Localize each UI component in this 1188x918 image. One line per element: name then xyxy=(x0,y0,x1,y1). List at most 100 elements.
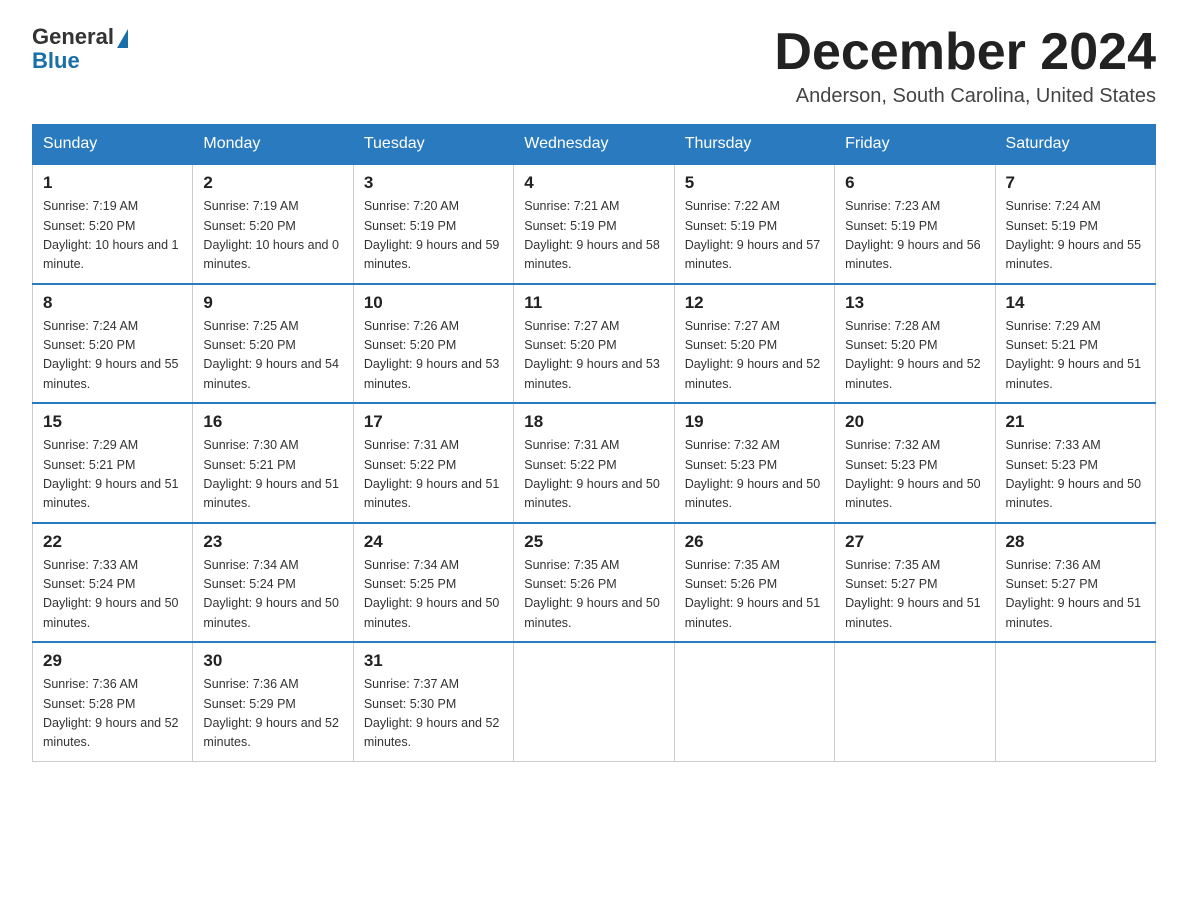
day-cell: 28 Sunrise: 7:36 AMSunset: 5:27 PMDayligh… xyxy=(995,523,1155,643)
day-number: 8 xyxy=(43,293,182,313)
day-number: 19 xyxy=(685,412,824,432)
day-number: 9 xyxy=(203,293,342,313)
day-info: Sunrise: 7:35 AMSunset: 5:27 PMDaylight:… xyxy=(845,556,984,634)
day-cell: 2 Sunrise: 7:19 AMSunset: 5:20 PMDaylight… xyxy=(193,164,353,284)
day-cell: 9 Sunrise: 7:25 AMSunset: 5:20 PMDaylight… xyxy=(193,284,353,404)
day-info: Sunrise: 7:27 AMSunset: 5:20 PMDaylight:… xyxy=(524,317,663,395)
day-info: Sunrise: 7:19 AMSunset: 5:20 PMDaylight:… xyxy=(203,197,342,275)
day-cell: 5 Sunrise: 7:22 AMSunset: 5:19 PMDaylight… xyxy=(674,164,834,284)
day-number: 23 xyxy=(203,532,342,552)
day-cell: 25 Sunrise: 7:35 AMSunset: 5:26 PMDayligh… xyxy=(514,523,674,643)
day-cell xyxy=(514,642,674,761)
week-row-2: 8 Sunrise: 7:24 AMSunset: 5:20 PMDaylight… xyxy=(33,284,1156,404)
day-info: Sunrise: 7:37 AMSunset: 5:30 PMDaylight:… xyxy=(364,675,503,753)
day-number: 20 xyxy=(845,412,984,432)
day-number: 14 xyxy=(1006,293,1145,313)
day-cell: 18 Sunrise: 7:31 AMSunset: 5:22 PMDayligh… xyxy=(514,403,674,523)
day-number: 27 xyxy=(845,532,984,552)
day-cell xyxy=(674,642,834,761)
day-number: 11 xyxy=(524,293,663,313)
day-cell: 22 Sunrise: 7:33 AMSunset: 5:24 PMDayligh… xyxy=(33,523,193,643)
day-header-row: SundayMondayTuesdayWednesdayThursdayFrid… xyxy=(33,125,1156,165)
day-info: Sunrise: 7:36 AMSunset: 5:28 PMDaylight:… xyxy=(43,675,182,753)
day-cell: 30 Sunrise: 7:36 AMSunset: 5:29 PMDayligh… xyxy=(193,642,353,761)
week-row-4: 22 Sunrise: 7:33 AMSunset: 5:24 PMDayligh… xyxy=(33,523,1156,643)
title-area: December 2024 Anderson, South Carolina, … xyxy=(774,24,1156,108)
day-info: Sunrise: 7:31 AMSunset: 5:22 PMDaylight:… xyxy=(524,436,663,514)
day-number: 18 xyxy=(524,412,663,432)
day-number: 30 xyxy=(203,651,342,671)
day-cell: 7Sunrise: 7:24 AMSunset: 5:19 PMDaylight… xyxy=(995,164,1155,284)
day-info: Sunrise: 7:20 AMSunset: 5:19 PMDaylight:… xyxy=(364,197,503,275)
day-cell: 16 Sunrise: 7:30 AMSunset: 5:21 PMDayligh… xyxy=(193,403,353,523)
day-number: 26 xyxy=(685,532,824,552)
day-info: Sunrise: 7:30 AMSunset: 5:21 PMDaylight:… xyxy=(203,436,342,514)
logo-triangle-icon xyxy=(117,29,128,48)
day-cell xyxy=(835,642,995,761)
day-header-sunday: Sunday xyxy=(33,125,193,165)
day-number: 31 xyxy=(364,651,503,671)
day-number: 12 xyxy=(685,293,824,313)
day-info: Sunrise: 7:34 AMSunset: 5:24 PMDaylight:… xyxy=(203,556,342,634)
header: General Blue December 2024 Anderson, Sou… xyxy=(32,24,1156,108)
day-info: Sunrise: 7:36 AMSunset: 5:27 PMDaylight:… xyxy=(1006,556,1145,634)
day-cell: 31 Sunrise: 7:37 AMSunset: 5:30 PMDayligh… xyxy=(353,642,513,761)
day-info: Sunrise: 7:35 AMSunset: 5:26 PMDaylight:… xyxy=(685,556,824,634)
day-number: 16 xyxy=(203,412,342,432)
day-info: Sunrise: 7:27 AMSunset: 5:20 PMDaylight:… xyxy=(685,317,824,395)
day-cell: 24 Sunrise: 7:34 AMSunset: 5:25 PMDayligh… xyxy=(353,523,513,643)
day-number: 22 xyxy=(43,532,182,552)
day-cell: 14Sunrise: 7:29 AMSunset: 5:21 PMDayligh… xyxy=(995,284,1155,404)
day-info: Sunrise: 7:33 AMSunset: 5:24 PMDaylight:… xyxy=(43,556,182,634)
logo-general: General xyxy=(32,24,114,50)
day-number: 21 xyxy=(1006,412,1145,432)
day-number: 29 xyxy=(43,651,182,671)
day-cell: 23 Sunrise: 7:34 AMSunset: 5:24 PMDayligh… xyxy=(193,523,353,643)
day-cell: 13Sunrise: 7:28 AMSunset: 5:20 PMDayligh… xyxy=(835,284,995,404)
week-row-5: 29 Sunrise: 7:36 AMSunset: 5:28 PMDayligh… xyxy=(33,642,1156,761)
day-number: 1 xyxy=(43,173,182,193)
week-row-3: 15 Sunrise: 7:29 AMSunset: 5:21 PMDayligh… xyxy=(33,403,1156,523)
day-info: Sunrise: 7:32 AMSunset: 5:23 PMDaylight:… xyxy=(685,436,824,514)
day-cell: 19 Sunrise: 7:32 AMSunset: 5:23 PMDayligh… xyxy=(674,403,834,523)
day-number: 24 xyxy=(364,532,503,552)
day-cell xyxy=(995,642,1155,761)
day-number: 28 xyxy=(1006,532,1145,552)
day-info: Sunrise: 7:29 AMSunset: 5:21 PMDaylight:… xyxy=(43,436,182,514)
day-info: Sunrise: 7:21 AMSunset: 5:19 PMDaylight:… xyxy=(524,197,663,275)
day-cell: 21 Sunrise: 7:33 AMSunset: 5:23 PMDayligh… xyxy=(995,403,1155,523)
day-number: 4 xyxy=(524,173,663,193)
day-info: Sunrise: 7:24 AMSunset: 5:20 PMDaylight:… xyxy=(43,317,182,395)
day-info: Sunrise: 7:36 AMSunset: 5:29 PMDaylight:… xyxy=(203,675,342,753)
location-title: Anderson, South Carolina, United States xyxy=(774,85,1156,108)
day-info: Sunrise: 7:33 AMSunset: 5:23 PMDaylight:… xyxy=(1006,436,1145,514)
day-info: Sunrise: 7:26 AMSunset: 5:20 PMDaylight:… xyxy=(364,317,503,395)
day-header-friday: Friday xyxy=(835,125,995,165)
day-info: Sunrise: 7:34 AMSunset: 5:25 PMDaylight:… xyxy=(364,556,503,634)
day-cell: 4 Sunrise: 7:21 AMSunset: 5:19 PMDaylight… xyxy=(514,164,674,284)
day-cell: 6Sunrise: 7:23 AMSunset: 5:19 PMDaylight… xyxy=(835,164,995,284)
day-cell: 1 Sunrise: 7:19 AMSunset: 5:20 PMDaylight… xyxy=(33,164,193,284)
day-number: 17 xyxy=(364,412,503,432)
day-info: Sunrise: 7:19 AMSunset: 5:20 PMDaylight:… xyxy=(43,197,182,275)
day-number: 7 xyxy=(1006,173,1145,193)
day-info: Sunrise: 7:25 AMSunset: 5:20 PMDaylight:… xyxy=(203,317,342,395)
day-number: 15 xyxy=(43,412,182,432)
day-number: 5 xyxy=(685,173,824,193)
day-number: 25 xyxy=(524,532,663,552)
day-number: 2 xyxy=(203,173,342,193)
day-info: Sunrise: 7:35 AMSunset: 5:26 PMDaylight:… xyxy=(524,556,663,634)
day-cell: 3Sunrise: 7:20 AMSunset: 5:19 PMDaylight… xyxy=(353,164,513,284)
day-cell: 29 Sunrise: 7:36 AMSunset: 5:28 PMDayligh… xyxy=(33,642,193,761)
day-cell: 10 Sunrise: 7:26 AMSunset: 5:20 PMDayligh… xyxy=(353,284,513,404)
day-header-thursday: Thursday xyxy=(674,125,834,165)
day-cell: 12 Sunrise: 7:27 AMSunset: 5:20 PMDayligh… xyxy=(674,284,834,404)
month-title: December 2024 xyxy=(774,24,1156,81)
day-number: 10 xyxy=(364,293,503,313)
day-header-saturday: Saturday xyxy=(995,125,1155,165)
day-cell: 15 Sunrise: 7:29 AMSunset: 5:21 PMDayligh… xyxy=(33,403,193,523)
day-cell: 11 Sunrise: 7:27 AMSunset: 5:20 PMDayligh… xyxy=(514,284,674,404)
day-info: Sunrise: 7:32 AMSunset: 5:23 PMDaylight:… xyxy=(845,436,984,514)
day-info: Sunrise: 7:22 AMSunset: 5:19 PMDaylight:… xyxy=(685,197,824,275)
day-number: 13 xyxy=(845,293,984,313)
